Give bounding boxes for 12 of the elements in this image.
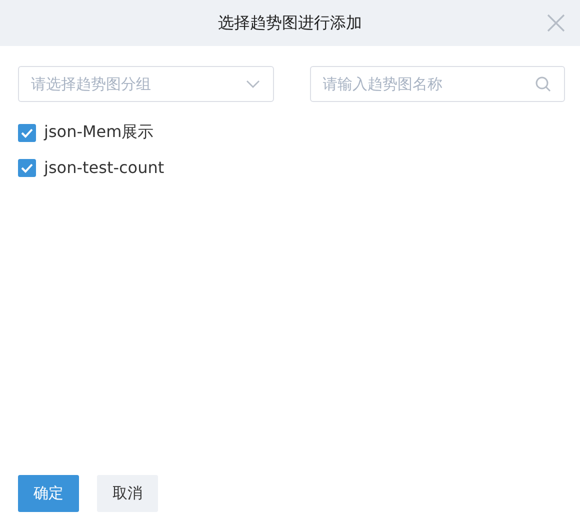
chevron-down-icon [246,80,260,88]
dialog-title: 选择趋势图进行添加 [218,12,362,34]
cancel-button[interactable]: 取消 [97,475,158,512]
search-icon [535,76,551,92]
search-field[interactable]: 请输入趋势图名称 [310,66,565,102]
checkbox[interactable] [18,158,36,176]
checkmark-icon [21,128,33,138]
checkbox-label: json-Mem展示 [44,122,154,143]
checkbox[interactable] [18,124,36,142]
checkbox-label: json-test-count [44,158,164,177]
checkmark-icon [21,162,33,172]
group-select[interactable]: 请选择趋势图分组 [18,66,274,102]
